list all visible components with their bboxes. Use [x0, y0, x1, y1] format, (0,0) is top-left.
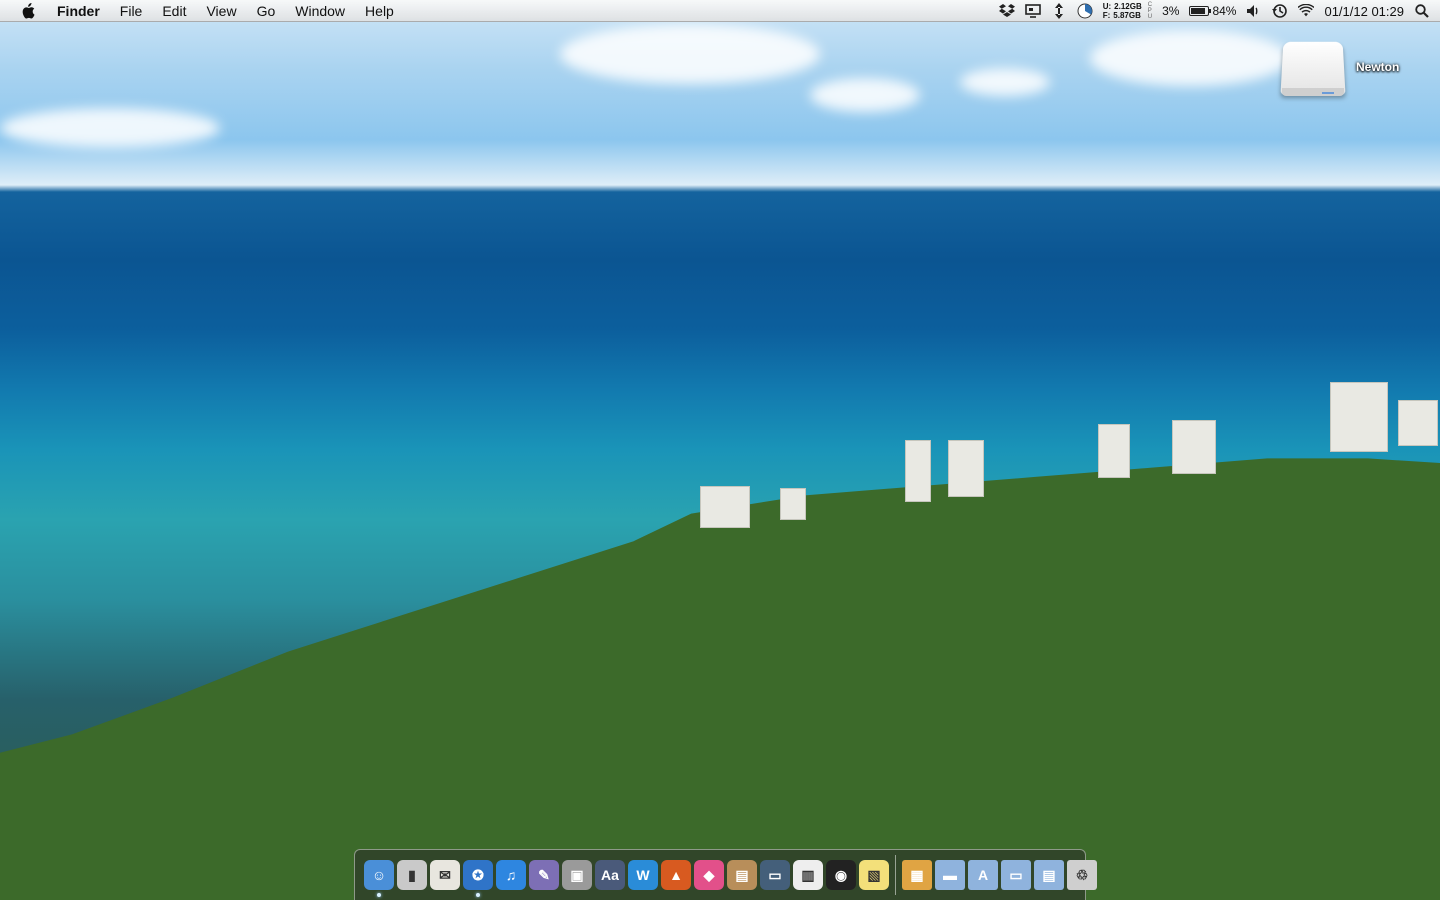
wallpaper-cloud: [1090, 30, 1290, 86]
menu-view[interactable]: View: [196, 0, 246, 22]
wallpaper-cloud: [960, 68, 1050, 96]
apple-box-icon: ▣: [562, 860, 592, 890]
box-stack-icon: ▦: [902, 860, 932, 890]
dropbox-icon[interactable]: [998, 3, 1015, 19]
running-indicator: [377, 893, 381, 897]
wallpaper-building: [1172, 420, 1216, 474]
matlab-icon: ▲: [661, 860, 691, 890]
time-machine-icon[interactable]: [1272, 3, 1288, 19]
memory-free-label: F:: [1102, 11, 1111, 20]
drive-base: [1282, 88, 1344, 96]
menu-window[interactable]: Window: [285, 0, 355, 22]
compass-icon: ✪: [463, 860, 493, 890]
dock-item-word[interactable]: W: [627, 858, 659, 892]
menu-edit[interactable]: Edit: [152, 0, 196, 22]
dock-separator: [895, 855, 896, 895]
person-monitor-icon: ▭: [760, 860, 790, 890]
battery-indicator[interactable]: 84%: [1189, 4, 1236, 18]
camera-lens-icon: ◉: [826, 860, 856, 890]
wallpaper-cloud: [560, 24, 820, 84]
drive-label: Newton: [1356, 60, 1400, 74]
wallpaper-building: [1330, 382, 1388, 452]
wallpaper-building: [780, 488, 806, 520]
menu-bar: Finder File Edit View Go Window Help U: 2…: [0, 0, 1440, 22]
dock-item-itunes[interactable]: ♫: [495, 858, 527, 892]
wallpaper-building: [948, 440, 984, 497]
menu-app-name[interactable]: Finder: [47, 0, 110, 22]
memory-free-value: 5.87GB: [1113, 11, 1141, 20]
finder-icon: ☺: [364, 860, 394, 890]
dock-item-mail[interactable]: ✉: [429, 858, 461, 892]
wifi-icon[interactable]: [1298, 3, 1315, 19]
drive-led: [1322, 92, 1334, 94]
wallpaper-building: [905, 440, 931, 502]
cpu-value[interactable]: 3%: [1162, 4, 1179, 18]
dock-item-applications-folder[interactable]: A: [967, 858, 999, 892]
desktop[interactable]: Finder File Edit View Go Window Help U: 2…: [0, 0, 1440, 900]
status-area: U: 2.12GB F: 5.87GB CPU 3% 84% 01/1/12 01:…: [998, 0, 1430, 22]
dock-item-downloads-stack[interactable]: ▦: [901, 858, 933, 892]
memory-meter[interactable]: U: 2.12GB F: 5.87GB: [1103, 2, 1142, 20]
dock-item-dictionary[interactable]: Aa: [594, 858, 626, 892]
cpu-label: CPU: [1148, 2, 1152, 20]
dock: ☺ ▮ ✉ ✪ ♫ ✎ ▣ Aa W ▲ ◆ ▤ ▭ ▥ ◉ ▧ ▦ ▬ A ▭ ▤ ♲: [354, 849, 1097, 900]
memory-used-label: U:: [1102, 2, 1112, 11]
volume-icon[interactable]: [1246, 3, 1262, 19]
running-indicator: [476, 893, 480, 897]
docs-folder-icon: ▭: [1001, 860, 1031, 890]
apps-folder-icon: A: [968, 860, 998, 890]
dock-item-matlab[interactable]: ▲: [660, 858, 692, 892]
dock-item-folder-stack-1[interactable]: ▬: [934, 858, 966, 892]
dock-item-sidebar-app[interactable]: ▮: [396, 858, 428, 892]
disk-usage-pie-icon[interactable]: [1077, 3, 1093, 19]
paint-brush-icon: ✎: [529, 860, 559, 890]
spotlight-search-icon[interactable]: [1414, 3, 1430, 19]
dock-item-screen-app[interactable]: ▭: [759, 858, 791, 892]
dock-item-finder[interactable]: ☺: [363, 858, 395, 897]
desktop-drive-newton[interactable]: Newton: [1278, 40, 1428, 110]
drive-stack-icon: ▮: [397, 860, 427, 890]
dock-item-app-store[interactable]: ▣: [561, 858, 593, 892]
external-drive-icon: [1280, 41, 1346, 95]
file-folder-icon: ▤: [1034, 860, 1064, 890]
wallpaper-cloud: [810, 78, 920, 112]
dock-item-photos[interactable]: ▤: [726, 858, 758, 892]
cpu-letters: CPU: [1147, 2, 1153, 20]
menu-file[interactable]: File: [110, 0, 153, 22]
w-letter-icon: W: [628, 860, 658, 890]
dock-item-music-keys[interactable]: ▥: [792, 858, 824, 892]
menu-go[interactable]: Go: [247, 0, 286, 22]
folder-icon: ▬: [935, 860, 965, 890]
trash-icon: ♲: [1067, 860, 1097, 890]
piano-keys-icon: ▥: [793, 860, 823, 890]
dock-item-documents-folder[interactable]: ▭: [1000, 858, 1032, 892]
dock-item-file-folder[interactable]: ▤: [1033, 858, 1065, 892]
battery-icon: [1189, 6, 1212, 16]
wallpaper-building: [700, 486, 750, 528]
sync-arrows-icon[interactable]: [1051, 3, 1067, 19]
dock-item-safari[interactable]: ✪: [462, 858, 494, 897]
wallpaper-building: [1098, 424, 1130, 478]
memory-used-value: 2.12GB: [1114, 2, 1142, 11]
apple-icon[interactable]: [17, 0, 39, 22]
dock-item-brush-app[interactable]: ✎: [528, 858, 560, 892]
music-note-icon: ♫: [496, 860, 526, 890]
menu-help[interactable]: Help: [355, 0, 404, 22]
wallpaper-building: [1398, 400, 1438, 446]
dock-item-color-app[interactable]: ◆: [693, 858, 725, 892]
dock-item-trash[interactable]: ♲: [1066, 858, 1098, 892]
battery-percent: 84%: [1212, 4, 1237, 18]
photo-stack-icon: ▤: [727, 860, 757, 890]
sticky-note-icon: ▧: [859, 860, 889, 890]
color-cube-icon: ◆: [694, 860, 724, 890]
dock-item-stickies[interactable]: ▧: [858, 858, 890, 892]
stamp-mail-icon: ✉: [430, 860, 460, 890]
dictionary-icon: Aa: [595, 860, 625, 890]
dock-item-camera-app[interactable]: ◉: [825, 858, 857, 892]
clock-datetime[interactable]: 01/1/12 01:29: [1324, 4, 1404, 19]
wallpaper-cloud: [0, 108, 220, 148]
display-icon[interactable]: [1024, 3, 1041, 19]
